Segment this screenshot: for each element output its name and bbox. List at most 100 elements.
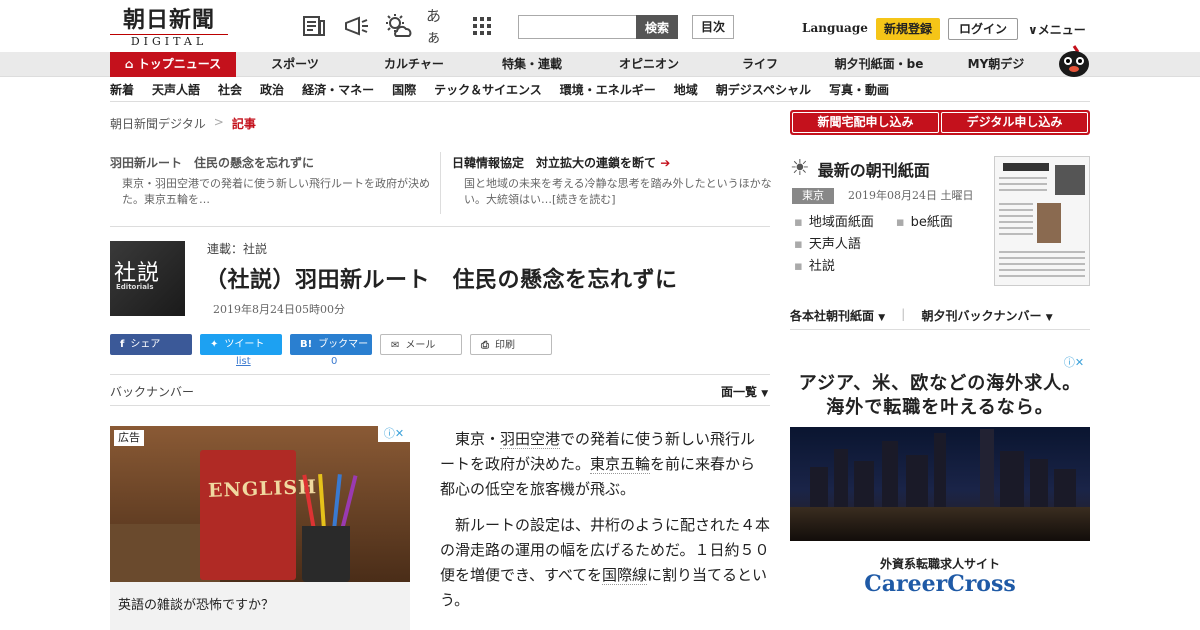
advertisement[interactable]: ⓘ✕ アジア、米、欧などの海外求人。 海外で転職を叶えるなら。 外資系転職求人サ…	[790, 355, 1090, 630]
paper-link[interactable]: ▪ 社説	[794, 256, 835, 278]
caret-down-icon: ▼	[1045, 313, 1053, 323]
series-label[interactable]: 連載：社説	[207, 240, 267, 257]
paper-date: 2019年08月24日 土曜日	[848, 189, 974, 202]
site-header: 朝日新聞 DIGITAL あぁ 検索 目次 Language 新規登録 ログイン…	[0, 0, 1200, 52]
subnav-special[interactable]: 朝デジスペシャル	[716, 78, 811, 101]
link-label: 地域面紙面	[808, 215, 874, 230]
pencil-image	[332, 474, 342, 531]
facebook-share-button[interactable]: f シェア	[110, 334, 192, 355]
search-box: 検索	[518, 15, 678, 39]
hatena-count: 0	[331, 356, 338, 367]
megaphone-icon[interactable]	[342, 12, 370, 40]
related-summary: 国と地域の未来を考える冷静な思考を踏み外したというほかない。大統領はい…[続きを…	[464, 177, 772, 206]
bullet-icon: ▪	[794, 259, 803, 274]
nav-opinion[interactable]: オピニオン	[590, 52, 708, 77]
heading-text: 最新の朝刊紙面	[817, 161, 930, 180]
subscribe-paper-button[interactable]: 新聞宅配申し込み	[792, 112, 939, 133]
facebook-icon: f	[120, 339, 125, 350]
bullet-icon: ▪	[794, 215, 803, 230]
index-button[interactable]: 目次	[692, 15, 734, 39]
ad-subtitle: 外資系転職求人サイト	[879, 557, 1000, 571]
related-article[interactable]: 羽田新ルート 住民の懸念を忘れずに 東京・羽田空港での発着に使う新しい飛行ルート…	[110, 150, 430, 208]
nav-top-news[interactable]: ⌂ トップニュース	[110, 52, 236, 77]
main-nav: ⌂ トップニュース スポーツ カルチャー 特集・連載 オピニオン ライフ 朝夕刊…	[0, 52, 1200, 77]
subnav-tech[interactable]: テック＆サイエンス	[434, 78, 542, 101]
text: 東京・	[455, 430, 501, 448]
hatena-bookmark-button[interactable]: B! ブックマーク	[290, 334, 372, 371]
twitter-count[interactable]: list	[236, 356, 251, 367]
water-image	[790, 507, 1090, 541]
font-size-icon[interactable]: あぁ	[426, 7, 454, 46]
subnav-international[interactable]: 国際	[392, 78, 416, 101]
subnav-economy[interactable]: 経済・マネー	[302, 78, 374, 101]
divider	[790, 329, 1090, 330]
arrow-right-icon: ➔	[660, 156, 671, 170]
thumbnail-english: Editorials	[116, 283, 154, 291]
keyword-link[interactable]: 羽田空港	[500, 430, 561, 449]
grid-menu-icon[interactable]	[468, 12, 496, 40]
newspaper-thumbnail[interactable]	[994, 156, 1090, 286]
divider	[110, 405, 770, 406]
site-logo[interactable]: 朝日新聞 DIGITAL	[110, 8, 228, 48]
print-button[interactable]: ⎙ 印刷	[470, 334, 552, 355]
newspaper-icon[interactable]	[300, 12, 328, 40]
keyword-link[interactable]: 国際線	[602, 566, 648, 585]
nav-paper[interactable]: 朝夕刊紙面・be	[812, 52, 946, 77]
breadcrumb: 朝日新聞デジタル > 記事	[110, 115, 256, 132]
logo-subtext: DIGITAL	[110, 34, 228, 48]
nav-label: トップニュース	[137, 57, 222, 71]
article-date: 2019年8月24日05時00分	[213, 303, 345, 316]
nav-my-asadigi[interactable]: MY朝デジ	[946, 52, 1046, 77]
page-list-label: 面一覧	[721, 385, 758, 399]
ad-choices-icon[interactable]: ⓘ✕	[378, 426, 410, 442]
advertisement[interactable]: ENGLISH 広告 ⓘ✕ 英語の雑談が恐怖ですか？	[110, 426, 410, 630]
subnav-society[interactable]: 社会	[218, 78, 242, 101]
nav-sports[interactable]: スポーツ	[236, 52, 354, 77]
language-link[interactable]: Language	[802, 21, 868, 35]
chevron-down-icon: ∨	[1028, 23, 1038, 37]
nav-culture[interactable]: カルチャー	[354, 52, 474, 77]
subscribe-digital-button[interactable]: デジタル申し込み	[941, 112, 1088, 133]
right-links: 各本社朝刊紙面 ▼ | 朝夕刊バックナンバー ▼	[790, 307, 1053, 324]
twitter-share-button[interactable]: ✦ ツイート	[200, 334, 282, 355]
divider	[110, 226, 770, 227]
nav-life[interactable]: ライフ	[708, 52, 812, 77]
region-badge[interactable]: 東京	[792, 188, 834, 204]
sub-nav: 新着 天声人語 社会 政治 経済・マネー 国際 テック＆サイエンス 環境・エネル…	[110, 78, 1090, 102]
subnav-region[interactable]: 地域	[674, 78, 698, 101]
book-image	[200, 450, 296, 580]
pencil-image	[318, 473, 326, 531]
paper-link[interactable]: ▪ be紙面	[896, 212, 953, 234]
pencil-cup-image	[302, 526, 350, 582]
menu-button[interactable]: ∨メニュー	[1028, 21, 1086, 38]
pencil-image	[340, 475, 358, 531]
back-number-link[interactable]: バックナンバー	[110, 383, 194, 400]
related-summary: 東京・羽田空港での発着に使う新しい飛行ルートを政府が決めた。東京五輪を…	[122, 177, 430, 206]
hatena-icon: B!	[300, 339, 313, 350]
mascot-icon[interactable]	[1056, 44, 1092, 78]
subnav-environment[interactable]: 環境・エネルギー	[560, 78, 656, 101]
subnav-politics[interactable]: 政治	[260, 78, 284, 101]
link-label: 社説	[808, 259, 835, 274]
keyword-link[interactable]: 東京五輪	[590, 455, 651, 474]
bullet-icon: ▪	[794, 237, 803, 252]
subnav-photo-video[interactable]: 写真・動画	[829, 78, 889, 101]
search-input[interactable]	[518, 15, 636, 39]
related-article[interactable]: 日韓情報協定 対立拡大の連鎖を断て ➔ 国と地域の未来を考える冷静な思考を踏み外…	[452, 150, 772, 208]
weather-icon[interactable]	[384, 12, 412, 40]
page-list-dropdown[interactable]: 面一覧 ▼	[721, 383, 768, 400]
paper-link[interactable]: ▪ 地域面紙面	[794, 212, 874, 234]
divider	[440, 152, 441, 214]
mail-share-button[interactable]: ✉ メール	[380, 334, 462, 355]
back-number-dropdown[interactable]: 朝夕刊バックナンバー ▼	[922, 307, 1053, 324]
login-button[interactable]: ログイン	[948, 18, 1018, 40]
regional-papers-dropdown[interactable]: 各本社朝刊紙面 ▼	[790, 307, 885, 324]
nav-features[interactable]: 特集・連載	[474, 52, 590, 77]
register-button[interactable]: 新規登録	[876, 18, 940, 40]
subnav-new[interactable]: 新着	[110, 78, 134, 101]
subnav-tensei-jingo[interactable]: 天声人語	[152, 78, 200, 101]
paper-link[interactable]: ▪ 天声人語	[794, 234, 861, 256]
search-button[interactable]: 検索	[636, 15, 678, 39]
related-title: 日韓情報協定 対立拡大の連鎖を断て	[452, 156, 657, 170]
breadcrumb-home[interactable]: 朝日新聞デジタル	[110, 115, 206, 132]
